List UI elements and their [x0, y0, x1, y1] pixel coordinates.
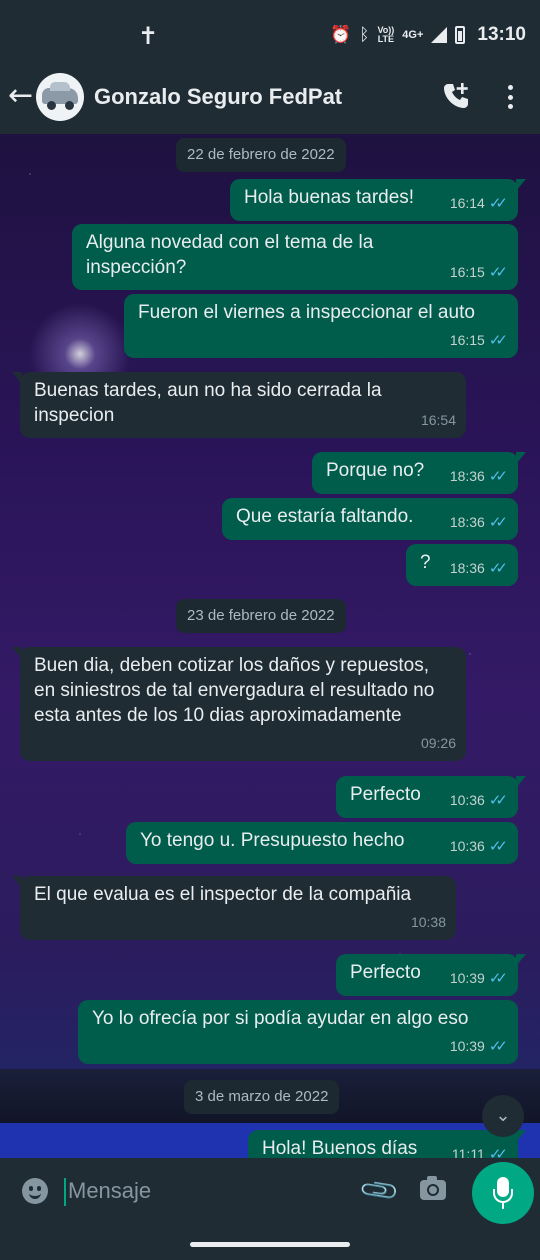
message-time: 10:39: [449, 970, 485, 986]
message-text: El que evalua es el inspector de la comp…: [34, 884, 412, 905]
message-time: 10:39: [449, 1038, 485, 1054]
message-bubble-outgoing[interactable]: Porque no? 18:36 ✓✓: [312, 452, 526, 494]
message-input[interactable]: [68, 1174, 348, 1208]
message-time: 18:36: [449, 514, 485, 530]
message-time: 16:14: [449, 195, 485, 211]
message-time: 16:54: [420, 412, 456, 428]
message-text: Buen dia, deben cotizar los daños y repu…: [34, 655, 435, 726]
battery-icon: [455, 26, 466, 44]
chat-header: ← Gonzalo Seguro FedPat: [0, 60, 540, 134]
message-bubble-incoming[interactable]: Buen dia, deben cotizar los daños y repu…: [12, 647, 466, 761]
message-time: 10:36: [449, 792, 485, 808]
message-meta: 09:26: [421, 731, 456, 756]
read-ticks-icon: ✓✓: [488, 969, 508, 987]
status-icons: ⏰ ᛒ Vo)) LTE 4G+ 13:10: [330, 24, 526, 46]
attach-icon[interactable]: 📎: [358, 1169, 402, 1213]
message-time: 11:11: [451, 1146, 485, 1158]
read-ticks-icon: ✓✓: [488, 263, 508, 281]
message-meta: 11:11 ✓✓: [452, 1142, 508, 1158]
read-ticks-icon: ✓✓: [488, 791, 508, 809]
message-composer: 📎: [6, 1160, 466, 1222]
message-bubble-outgoing[interactable]: ? 18:36 ✓✓: [406, 544, 518, 586]
avatar[interactable]: [36, 73, 84, 121]
volte-icon: Vo)) LTE: [377, 25, 395, 44]
contact-name[interactable]: Gonzalo Seguro FedPat: [94, 84, 342, 110]
message-bubble-outgoing[interactable]: Que estaría faltando. 18:36 ✓✓: [222, 498, 518, 540]
message-meta: 16:14 ✓✓: [450, 191, 508, 216]
read-ticks-icon: ✓✓: [488, 513, 508, 531]
alarm-icon: ⏰: [330, 25, 352, 45]
message-time: 18:36: [449, 560, 485, 576]
emoji-icon[interactable]: [22, 1178, 48, 1204]
mic-button[interactable]: [472, 1162, 534, 1224]
signal-icon: [431, 27, 448, 43]
back-icon[interactable]: ←: [8, 78, 33, 113]
read-ticks-icon: ✓✓: [488, 1037, 508, 1055]
network-type: 4G+: [402, 29, 424, 41]
message-meta: 18:36 ✓✓: [450, 464, 508, 489]
message-meta: 10:36 ✓✓: [450, 788, 508, 813]
message-meta: 18:36 ✓✓: [450, 556, 508, 581]
chat-area[interactable]: 22 de febrero de 2022 Hola buenas tardes…: [0, 134, 540, 1158]
read-ticks-icon: ✓✓: [488, 331, 508, 349]
navigation-bar: [0, 1228, 540, 1260]
message-time: 09:26: [420, 735, 456, 751]
read-ticks-icon: ✓✓: [488, 194, 508, 212]
date-separator: 22 de febrero de 2022: [176, 138, 346, 172]
status-time: 13:10: [477, 24, 526, 45]
message-text: Alguna novedad con el tema de la inspecc…: [86, 232, 374, 278]
message-meta: 16:15 ✓✓: [450, 328, 508, 353]
wheel-icon: [65, 101, 74, 110]
message-bubble-outgoing[interactable]: Perfecto 10:36 ✓✓: [336, 776, 526, 818]
message-meta: 10:39 ✓✓: [450, 1034, 508, 1059]
cross-icon: ✝: [138, 22, 159, 50]
read-ticks-icon: ✓✓: [488, 1145, 508, 1158]
more-options-icon[interactable]: [502, 82, 518, 112]
message-bubble-incoming[interactable]: Buenas tardes, aun no ha sido cerrada la…: [12, 372, 466, 438]
text-cursor: [64, 1178, 66, 1206]
message-bubble-outgoing[interactable]: Yo tengo u. Presupuesto hecho 10:36 ✓✓: [126, 822, 518, 864]
message-text: Yo lo ofrecía por si podía ayudar en alg…: [92, 1008, 469, 1029]
message-time: 10:36: [449, 838, 485, 854]
message-bubble-outgoing[interactable]: Hola buenas tardes! 16:14 ✓✓: [230, 179, 526, 221]
message-time: 16:15: [449, 264, 485, 280]
home-indicator[interactable]: [190, 1242, 350, 1247]
date-separator: 23 de febrero de 2022: [176, 599, 346, 633]
message-bubble-outgoing[interactable]: Hola! Buenos días 11:11 ✓✓: [248, 1130, 526, 1158]
message-meta: 16:54: [421, 408, 456, 433]
read-ticks-icon: ✓✓: [488, 467, 508, 485]
message-text: Buenas tardes, aun no ha sido cerrada la…: [34, 380, 382, 426]
message-meta: 10:36 ✓✓: [450, 834, 508, 859]
date-separator: 3 de marzo de 2022: [184, 1080, 340, 1114]
message-bubble-outgoing[interactable]: Perfecto 10:39 ✓✓: [336, 954, 526, 996]
wheel-icon: [47, 101, 56, 110]
message-bubble-outgoing[interactable]: Fueron el viernes a inspeccionar el auto…: [124, 294, 518, 358]
scroll-down-icon[interactable]: ⌄: [482, 1095, 524, 1137]
message-bubble-outgoing[interactable]: Yo lo ofrecía por si podía ayudar en alg…: [78, 1000, 518, 1064]
read-ticks-icon: ✓✓: [488, 559, 508, 577]
message-meta: 18:36 ✓✓: [450, 510, 508, 535]
message-bubble-outgoing[interactable]: Alguna novedad con el tema de la inspecc…: [72, 224, 518, 290]
camera-icon[interactable]: [420, 1176, 446, 1200]
message-bubble-incoming[interactable]: El que evalua es el inspector de la comp…: [12, 876, 456, 940]
message-meta: 10:39 ✓✓: [450, 966, 508, 991]
message-time: 10:38: [410, 914, 446, 930]
message-text: Fueron el viernes a inspeccionar el auto: [138, 302, 475, 323]
read-ticks-icon: ✓✓: [488, 837, 508, 855]
message-meta: 10:38: [411, 910, 446, 935]
bluetooth-icon: ᛒ: [359, 25, 370, 45]
message-time: 16:15: [449, 332, 485, 348]
message-meta: 16:15 ✓✓: [450, 260, 508, 285]
message-time: 18:36: [449, 468, 485, 484]
add-call-icon[interactable]: [440, 80, 472, 112]
